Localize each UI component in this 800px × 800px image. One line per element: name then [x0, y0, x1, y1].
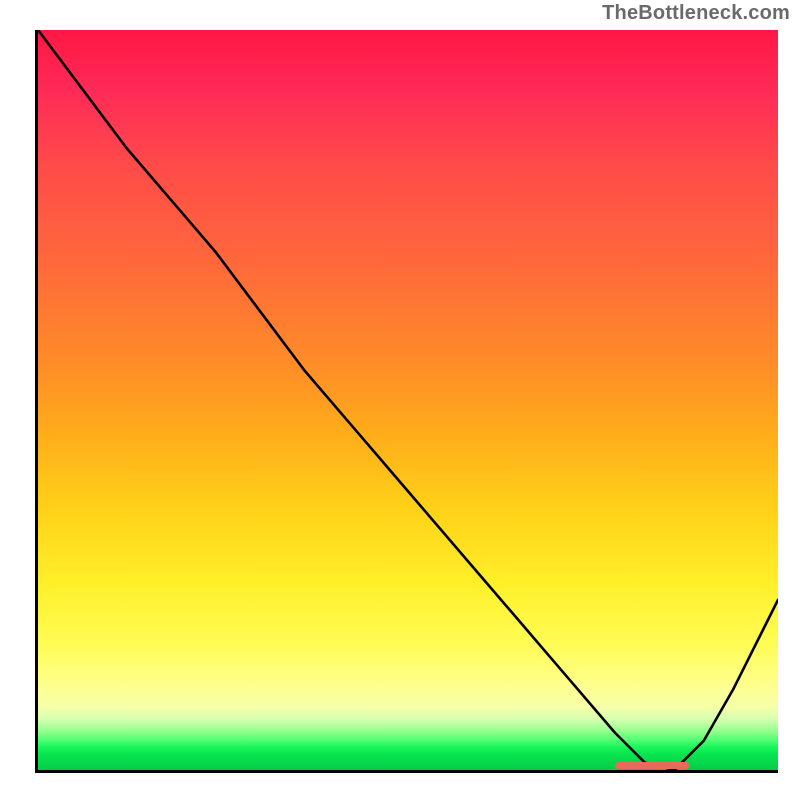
marker-segment — [615, 762, 689, 769]
chart-canvas: TheBottleneck.com — [0, 0, 800, 800]
bottleneck-curve — [38, 30, 778, 770]
line-chart — [38, 30, 778, 770]
plot-area — [35, 30, 778, 773]
attribution-text: TheBottleneck.com — [602, 2, 790, 25]
